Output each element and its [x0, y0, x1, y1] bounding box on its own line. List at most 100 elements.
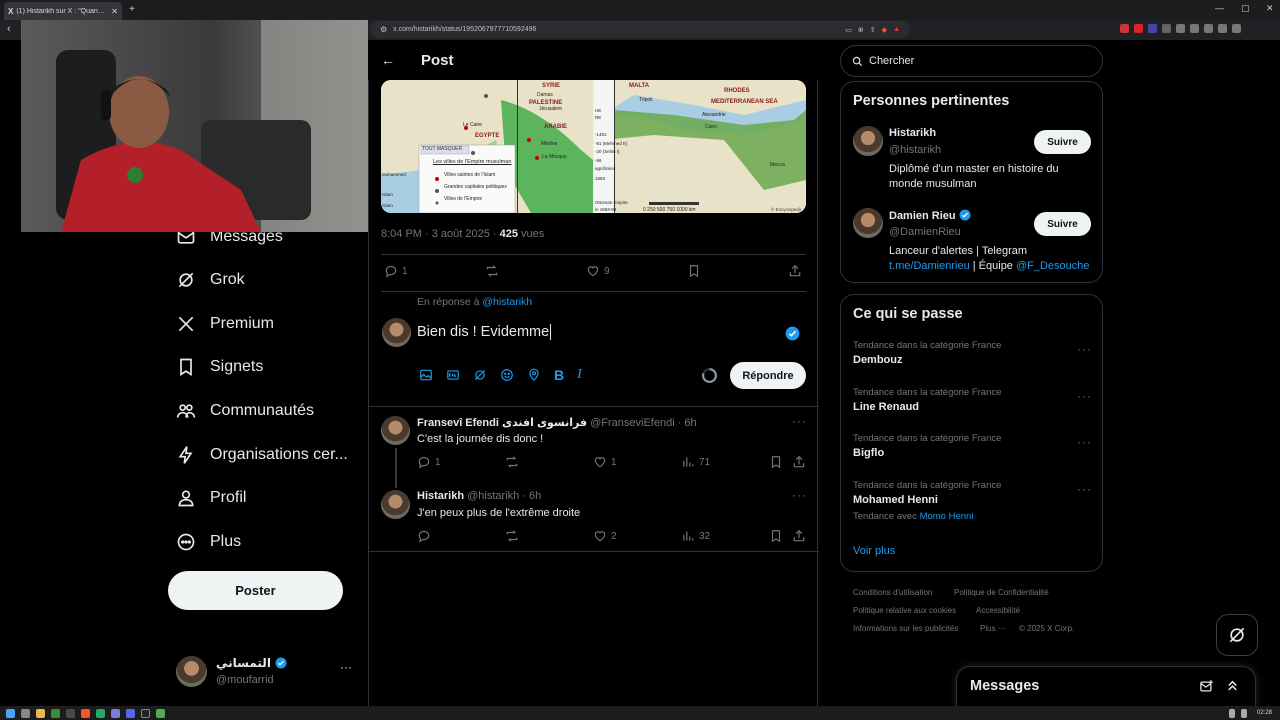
reply-action[interactable]: 1: [384, 264, 408, 278]
maximize-icon[interactable]: ▢: [1241, 3, 1250, 14]
sidebar-item-organisations-cer[interactable]: Organisations cer...: [176, 445, 348, 465]
back-icon[interactable]: ‹: [7, 23, 11, 35]
brave-icon[interactable]: [81, 708, 90, 718]
grok-floating-button[interactable]: [1216, 614, 1258, 656]
footer-link[interactable]: Politique de Confidentialité: [954, 588, 1049, 597]
more-dots-icon[interactable]: ···: [1077, 435, 1092, 449]
grok-icon[interactable]: [473, 368, 487, 382]
trend-item[interactable]: Tendance dans la catégorie France Dembou…: [853, 340, 1093, 384]
extension-icon[interactable]: [1148, 24, 1157, 33]
share-action[interactable]: [788, 264, 802, 278]
image-icon[interactable]: [419, 368, 433, 382]
network-icon[interactable]: [1240, 708, 1247, 718]
reply-textbox[interactable]: Bien dis ! Evidemme: [417, 324, 777, 346]
sidebar-item-grok[interactable]: Grok: [176, 270, 245, 290]
trend-item[interactable]: Tendance dans la catégorie France Mohame…: [853, 480, 1093, 524]
more-dots-icon[interactable]: ···: [1077, 342, 1092, 356]
reply-action[interactable]: 1: [417, 455, 441, 469]
gif-icon[interactable]: [446, 368, 460, 382]
site-info-icon[interactable]: ⚙: [380, 25, 387, 34]
sidebar-item-profil[interactable]: Profil: [176, 488, 246, 508]
person-name[interactable]: Histarikh: [889, 127, 936, 139]
more-dots-icon[interactable]: ···: [792, 488, 807, 502]
sidebar-item-premium[interactable]: Premium: [176, 314, 274, 334]
grammar-check-icon[interactable]: [785, 326, 800, 341]
browser-tab[interactable]: X (1) Histarikh sur X : "Quand un c ✕: [4, 2, 122, 20]
avatar[interactable]: [381, 490, 410, 519]
repost-action[interactable]: [505, 529, 519, 543]
person-name[interactable]: Damien Rieu: [889, 210, 956, 222]
extension-icon[interactable]: [1120, 24, 1129, 33]
reply-author[interactable]: Fransevî Efendi فرانسوی افندی: [417, 417, 587, 429]
app-icon[interactable]: [141, 708, 150, 718]
account-switcher[interactable]: التمساني @moufarrid ···: [176, 656, 356, 688]
reply-submit-button[interactable]: Répondre: [730, 362, 806, 389]
media-grid[interactable]: SYRIE Damas PALESTINE Jérusalem Le Caire EGYP…: [381, 80, 806, 213]
more-dots-icon[interactable]: ···: [1077, 482, 1092, 496]
more-dots-icon[interactable]: ···: [792, 414, 807, 428]
brave-rewards-icon[interactable]: ▲: [893, 26, 900, 33]
app-icon[interactable]: [51, 708, 60, 718]
emoji-icon[interactable]: [500, 368, 514, 382]
person-handle[interactable]: @DamienRieu: [889, 226, 961, 238]
share-icon[interactable]: ⇪: [870, 26, 876, 34]
back-arrow-icon[interactable]: ←: [381, 52, 395, 68]
avatar[interactable]: [381, 416, 410, 445]
extension-icon[interactable]: [1162, 24, 1171, 33]
file-explorer-icon[interactable]: [36, 708, 45, 718]
person-handle[interactable]: @histarikh: [889, 144, 941, 156]
bookmark-action[interactable]: [769, 529, 783, 543]
relevant-person[interactable]: Damien Rieu @DamienRieu Lanceur d'alerte…: [841, 208, 1104, 288]
bio-link[interactable]: t.me/Damienrieu: [889, 260, 970, 272]
location-icon[interactable]: [527, 368, 541, 382]
brave-shield-icon[interactable]: ◆: [882, 26, 887, 34]
app-icon[interactable]: [66, 708, 75, 718]
app-icon[interactable]: [156, 708, 165, 718]
post-timestamp[interactable]: 8:04 PM · 3 août 2025 ·: [381, 228, 500, 240]
taskbar-clock[interactable]: 02:28: [1257, 710, 1272, 716]
italic-icon[interactable]: I: [577, 367, 582, 383]
vpn-icon[interactable]: [1218, 24, 1227, 33]
avatar[interactable]: [853, 126, 883, 156]
footer-link[interactable]: Informations sur les publicités: [853, 624, 958, 633]
address-bar[interactable]: ⚙ x.com/histarikh/status/195206797771059…: [370, 21, 910, 38]
more-dots-icon[interactable]: ···: [340, 660, 352, 674]
reply-action[interactable]: [417, 529, 435, 543]
trend-item[interactable]: Tendance dans la catégorie France Bigflo…: [853, 433, 1093, 477]
expand-drawer-icon[interactable]: [1225, 678, 1240, 693]
minimize-icon[interactable]: —: [1215, 3, 1224, 13]
like-action[interactable]: 9: [586, 264, 610, 278]
more-dots-icon[interactable]: ···: [1077, 389, 1092, 403]
share-action[interactable]: [792, 529, 806, 543]
reply-handle[interactable]: @histarikh · 6h: [467, 490, 541, 502]
follow-button[interactable]: Suivre: [1034, 130, 1091, 154]
bookmark-action[interactable]: [687, 264, 701, 278]
footer-link[interactable]: Plus ···: [980, 624, 1006, 633]
avatar[interactable]: [853, 208, 883, 238]
relevant-person[interactable]: Histarikh @histarikh Diplômé d'un master…: [841, 126, 1104, 206]
repost-action[interactable]: [505, 455, 519, 469]
sidebar-icon[interactable]: [1190, 24, 1199, 33]
new-tab-icon[interactable]: +: [129, 4, 135, 15]
trend-related-link[interactable]: Momo Henni: [920, 511, 974, 522]
close-window-icon[interactable]: ✕: [1266, 3, 1274, 14]
trend-item[interactable]: Tendance dans la catégorie France Line R…: [853, 387, 1093, 431]
menu-icon[interactable]: [1232, 24, 1241, 33]
extension-icon[interactable]: [1134, 24, 1143, 33]
search-icon[interactable]: [21, 708, 30, 718]
like-action[interactable]: 2: [593, 529, 617, 543]
reply-handle[interactable]: @FranseviEfendi · 6h: [590, 417, 697, 429]
bold-icon[interactable]: B: [554, 367, 564, 383]
share-action[interactable]: [792, 455, 806, 469]
reply-tweet[interactable]: Histarikh @histarikh · 6h ··· J'en peux …: [369, 488, 819, 552]
volume-icon[interactable]: [1228, 708, 1235, 718]
reply-to-handle-link[interactable]: @histarikh: [482, 296, 532, 308]
app-icon[interactable]: [111, 708, 120, 718]
app-icon[interactable]: [96, 708, 105, 718]
like-action[interactable]: 1: [593, 455, 617, 469]
sidebar-item-plus[interactable]: Plus: [176, 532, 241, 552]
app-icon[interactable]: [126, 708, 135, 718]
close-tab-icon[interactable]: ✕: [111, 7, 118, 16]
bookmark-action[interactable]: [769, 455, 783, 469]
footer-link[interactable]: Accessibilité: [976, 606, 1020, 615]
